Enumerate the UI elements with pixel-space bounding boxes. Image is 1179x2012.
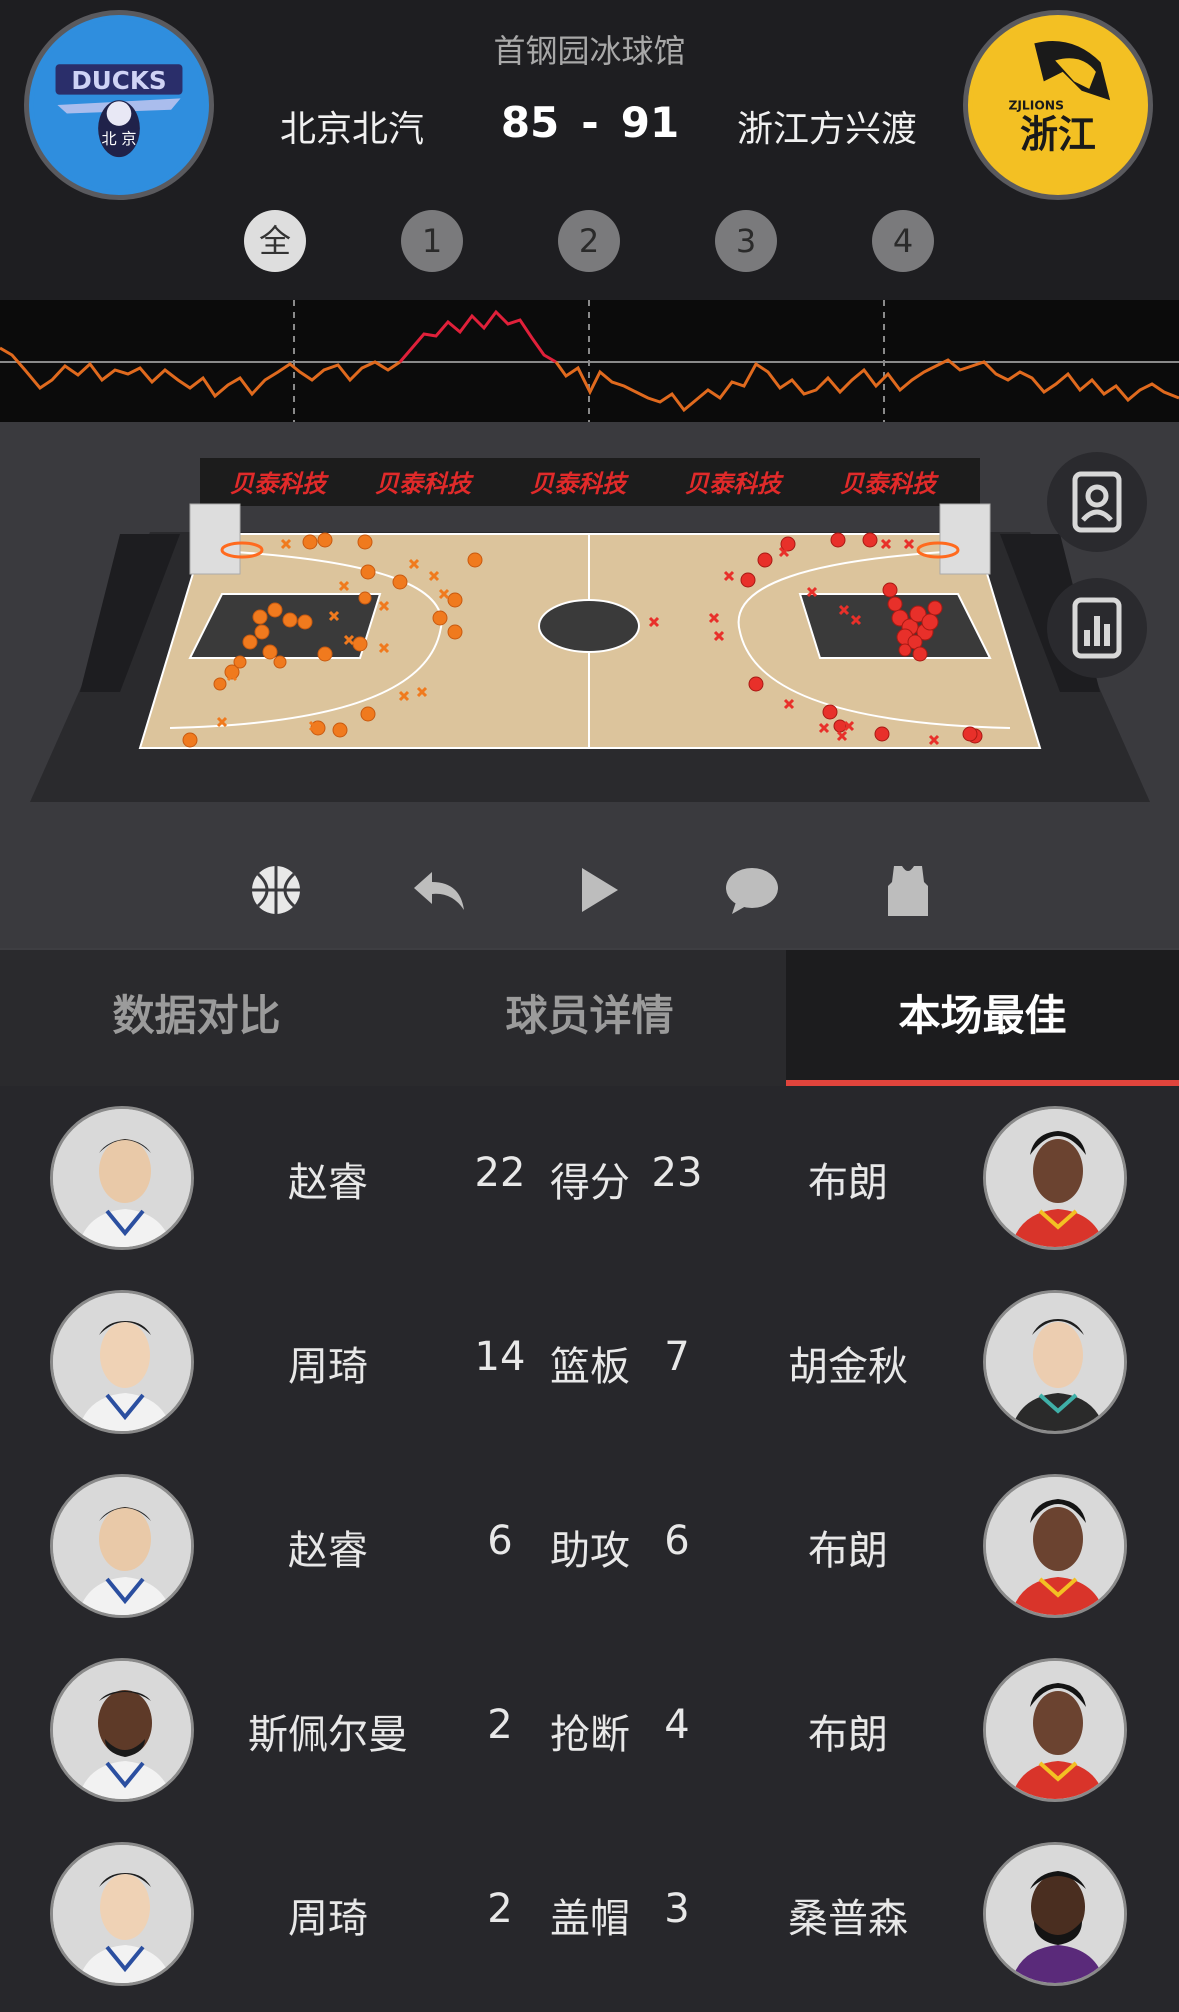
quarter-3-button[interactable]: 3 xyxy=(715,210,777,272)
away-stat-value: 23 xyxy=(651,1150,703,1196)
home-score: 85 xyxy=(500,98,560,147)
home-player-avatar[interactable] xyxy=(50,1290,194,1434)
comment-icon xyxy=(726,868,778,914)
best-row-rebounds: 周琦 14 篮板 7 胡金秋 xyxy=(0,1276,1179,1460)
home-player-name: 赵睿 xyxy=(288,1160,368,1206)
sponsor-board-5: 贝泰科技 xyxy=(840,470,939,498)
home-player-avatar[interactable] xyxy=(50,1474,194,1618)
away-player-avatar[interactable] xyxy=(983,1290,1127,1434)
sponsor-board-2: 贝泰科技 xyxy=(375,470,474,498)
stats-chart-button[interactable] xyxy=(1047,578,1147,678)
away-player-avatar[interactable] xyxy=(983,1106,1127,1250)
quarter-all-button[interactable]: 全 xyxy=(244,210,306,272)
jersey-button[interactable] xyxy=(878,860,938,920)
home-team-logo[interactable]: DUCKS 北 京 xyxy=(24,10,214,200)
quarter-4-button[interactable]: 4 xyxy=(872,210,934,272)
tab-player-details[interactable]: 球员详情 xyxy=(393,950,786,1086)
away-score: 91 xyxy=(620,98,680,147)
shot-chart-area: 贝泰科技 贝泰科技 贝泰科技 贝泰科技 贝泰科技 xyxy=(0,422,1179,948)
player-card-button[interactable] xyxy=(1047,452,1147,552)
quarter-1-button[interactable]: 1 xyxy=(401,210,463,272)
away-stat-value: 4 xyxy=(664,1702,690,1748)
home-player-name: 赵睿 xyxy=(288,1528,368,1574)
away-player-name: 布朗 xyxy=(808,1712,888,1758)
basketball-icon xyxy=(252,866,300,914)
best-of-game-list: 赵睿 22 得分 23 布朗 周琦 14 篮板 7 胡金秋 赵睿 6 助攻 6 … xyxy=(0,1092,1179,1986)
stats-tab-bar: 数据对比 球员详情 本场最佳 xyxy=(0,948,1179,1086)
right-backboard xyxy=(939,503,991,575)
sponsor-board-3: 贝泰科技 xyxy=(530,470,629,498)
score-separator: - xyxy=(581,98,599,147)
home-stat-value: 22 xyxy=(474,1150,526,1196)
play-button[interactable] xyxy=(568,860,628,920)
tab-data-compare[interactable]: 数据对比 xyxy=(0,950,393,1086)
home-player-name: 斯佩尔曼 xyxy=(248,1712,408,1758)
stat-label: 助攻 xyxy=(550,1528,630,1574)
away-player-name: 布朗 xyxy=(808,1528,888,1574)
away-player-avatar[interactable] xyxy=(983,1658,1127,1802)
home-stat-value: 6 xyxy=(487,1518,513,1564)
away-stat-value: 3 xyxy=(664,1886,690,1932)
home-player-name: 周琦 xyxy=(288,1344,368,1390)
best-row-blocks: 周琦 2 盖帽 3 桑普森 xyxy=(0,1828,1179,2012)
away-player-name: 胡金秋 xyxy=(788,1344,908,1390)
away-player-avatar[interactable] xyxy=(983,1474,1127,1618)
away-team-name: 浙江方兴渡 xyxy=(737,109,918,150)
stat-label: 篮板 xyxy=(550,1344,630,1390)
away-team-logo[interactable]: ZJLIONS 浙江 xyxy=(963,10,1153,200)
score-momentum-chart xyxy=(0,300,1179,422)
game-header: 首钢园冰球馆 DUCKS 北 京 北京北汽 85-91 浙江方兴渡 ZJLION… xyxy=(0,0,1179,300)
home-logo-sub: 北 京 xyxy=(101,130,136,148)
home-stat-value: 14 xyxy=(474,1334,526,1380)
court-toolbar xyxy=(0,830,1179,940)
away-player-name: 布朗 xyxy=(808,1160,888,1206)
home-player-avatar[interactable] xyxy=(50,1658,194,1802)
home-stat-value: 2 xyxy=(487,1702,513,1748)
home-stat-value: 2 xyxy=(487,1886,513,1932)
center-circle xyxy=(538,599,640,653)
momentum-line-away-2 xyxy=(554,358,1179,413)
shot-chart: 贝泰科技 贝泰科技 贝泰科技 贝泰科技 贝泰科技 xyxy=(30,458,1150,802)
sponsor-board-1: 贝泰科技 xyxy=(230,470,329,498)
left-backboard xyxy=(189,503,241,575)
stat-label: 抢断 xyxy=(550,1712,630,1758)
jersey-icon xyxy=(888,866,928,916)
scoreboard: 85-91 xyxy=(470,98,710,147)
away-logo-sub: 浙江 xyxy=(1020,113,1096,157)
play-icon xyxy=(582,868,618,912)
quarter-2-button[interactable]: 2 xyxy=(558,210,620,272)
away-logo-text: ZJLIONS xyxy=(1008,99,1064,113)
sponsor-board-4: 贝泰科技 xyxy=(685,470,784,498)
best-row-assists: 赵睿 6 助攻 6 布朗 xyxy=(0,1460,1179,1644)
home-player-avatar[interactable] xyxy=(50,1106,194,1250)
away-stat-value: 7 xyxy=(664,1334,690,1380)
momentum-line-home xyxy=(398,309,557,364)
best-row-points: 赵睿 22 得分 23 布朗 xyxy=(0,1092,1179,1276)
player-card-icon xyxy=(1072,471,1122,533)
home-player-avatar[interactable] xyxy=(50,1842,194,1986)
stats-chart-icon xyxy=(1072,597,1122,659)
comment-button[interactable] xyxy=(722,860,782,920)
quarter-selector: 全 1 2 3 4 xyxy=(0,210,1179,274)
best-row-steals: 斯佩尔曼 2 抢断 4 布朗 xyxy=(0,1644,1179,1828)
momentum-line-away xyxy=(0,346,401,399)
away-stat-value: 6 xyxy=(664,1518,690,1564)
home-team-name: 北京北汽 xyxy=(280,109,425,150)
away-player-name: 桑普森 xyxy=(788,1896,908,1942)
undo-button[interactable] xyxy=(408,860,468,920)
away-player-avatar[interactable] xyxy=(983,1842,1127,1986)
undo-icon xyxy=(414,872,464,910)
basketball-button[interactable] xyxy=(246,860,306,920)
stat-label: 得分 xyxy=(550,1160,630,1206)
tab-best-of-game[interactable]: 本场最佳 xyxy=(786,950,1179,1086)
home-player-name: 周琦 xyxy=(288,1896,368,1942)
stat-label: 盖帽 xyxy=(550,1896,630,1942)
home-logo-text: DUCKS xyxy=(71,66,166,95)
